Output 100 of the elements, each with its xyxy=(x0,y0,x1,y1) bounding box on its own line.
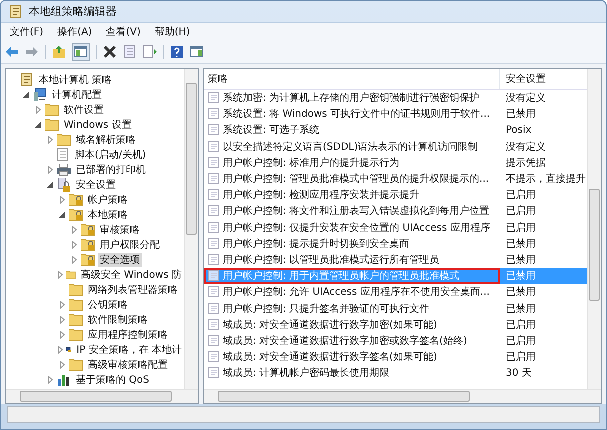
policy-row[interactable]: 系统设置: 将 Windows 可执行文件中的证书规则用于软件... 已禁用 xyxy=(204,106,587,122)
tree-item[interactable]: 用户权限分配 xyxy=(98,238,162,252)
policy-row[interactable]: 用户帐户控制: 以管理员批准模式运行所有管理员 已禁用 xyxy=(204,252,587,268)
expand-arrow-icon[interactable] xyxy=(72,226,76,234)
menu-item[interactable]: 操作(A) xyxy=(52,24,98,40)
expand-arrow-icon[interactable] xyxy=(60,316,64,324)
expand-arrow-icon[interactable] xyxy=(60,330,64,338)
policy-row[interactable]: 用户帐户控制: 只提升签名并验证的可执行文件 已禁用 xyxy=(204,300,587,317)
help-icon[interactable] xyxy=(170,45,184,59)
delete-icon[interactable] xyxy=(103,45,117,59)
policy-row[interactable]: 系统设置: 可选子系统 Posix xyxy=(204,122,587,139)
policy-name: 系统设置: 可选子系统 xyxy=(223,124,320,138)
setting-value: 已禁用 xyxy=(505,302,537,317)
menu-item[interactable]: 帮助(H) xyxy=(150,24,196,40)
policy-row[interactable]: 域成员: 对安全通道数据进行数字加密(如果可能) 已启用 xyxy=(204,316,587,333)
policy-row[interactable]: 用户帐户控制: 仅提升安装在安全位置的 UIAccess 应用程序 已启用 xyxy=(204,220,587,236)
folder-icon xyxy=(69,194,83,206)
tree-item[interactable]: 网络列表管理器策略 xyxy=(86,282,180,296)
tree-item[interactable]: 本地策略 xyxy=(86,208,130,222)
tree-item[interactable]: 脚本(启动/关机) xyxy=(73,148,148,162)
tree-item[interactable]: 计算机配置 xyxy=(50,88,104,102)
horizontal-scrollbar[interactable] xyxy=(6,389,198,403)
expand-arrow-icon[interactable] xyxy=(36,106,40,114)
tree-item[interactable]: 本地计算机 策略 xyxy=(37,72,114,86)
tree-item[interactable]: 公钥策略 xyxy=(86,298,130,312)
horizontal-scrollbar[interactable] xyxy=(204,389,601,403)
tree-item[interactable]: 应用程序控制策略 xyxy=(86,328,170,342)
policy-row[interactable]: 域成员: 对安全通道数据进行数字签名(如果可能) 已启用 xyxy=(204,349,587,366)
tree-item[interactable]: IP 安全策略，在 本地计 xyxy=(74,342,184,356)
tree-item[interactable]: 域名解析策略 xyxy=(74,132,138,146)
tree-item[interactable]: 审核策略 xyxy=(98,222,142,236)
folder-up-icon[interactable] xyxy=(52,45,66,59)
menu-item[interactable]: 查看(V) xyxy=(101,24,146,40)
policy-icon xyxy=(208,205,220,218)
tree-item[interactable]: 安全选项 xyxy=(98,252,142,266)
document-icon xyxy=(9,4,23,18)
policy-row[interactable]: 系统加密: 为计算机上存储的用户密钥强制进行强密钥保护 没有定义 xyxy=(204,90,587,106)
tree-item[interactable]: 安全设置 xyxy=(74,178,118,192)
expand-arrow-icon[interactable] xyxy=(58,270,64,278)
policy-icon xyxy=(208,173,220,186)
vertical-scrollbar[interactable] xyxy=(184,69,198,389)
policy-name: 用户帐户控制: 将文件和注册表写入错误虚拟化到每用户位置 xyxy=(223,204,490,218)
tree-item[interactable]: 高级审核策略配置 xyxy=(86,358,170,372)
tree-item[interactable]: Windows 设置 xyxy=(62,118,134,132)
back-arrow-icon[interactable] xyxy=(5,45,19,59)
folder-icon xyxy=(45,118,59,130)
tree-item[interactable]: 高级安全 Windows 防 xyxy=(79,268,184,282)
expand-arrow-icon[interactable] xyxy=(48,166,52,174)
policy-row[interactable]: 用户帐户控制: 检测应用程序安装并提示提升 已启用 xyxy=(204,187,587,204)
vertical-scrollbar[interactable] xyxy=(587,69,601,389)
collapse-arrow-icon[interactable] xyxy=(59,212,65,218)
expand-arrow-icon[interactable] xyxy=(72,240,76,248)
column-header[interactable]: 策略 xyxy=(204,69,500,89)
expand-arrow-icon[interactable] xyxy=(72,256,76,264)
export-list-icon[interactable] xyxy=(143,45,157,59)
menu-item[interactable]: 文件(F) xyxy=(5,24,49,40)
policy-name: 系统设置: 将 Windows 可执行文件中的证书规则用于软件... xyxy=(223,108,490,122)
policy-icon xyxy=(208,156,220,169)
action-pane-icon[interactable] xyxy=(190,45,204,59)
setting-value: 30 天 xyxy=(505,367,533,382)
policy-row[interactable]: 域成员: 计算机帐户密码最长使用期限 30 天 xyxy=(204,365,587,382)
tree-item[interactable]: 软件限制策略 xyxy=(86,312,150,326)
policy-icon xyxy=(208,270,220,282)
policy-name: 域成员: 计算机帐户密码最长使用期限 xyxy=(223,366,390,380)
column-header[interactable]: 安全设置 xyxy=(500,69,587,89)
policy-row[interactable]: 域成员: 对安全通道数据进行数字加密或数字签名(始终) 已启用 xyxy=(204,332,587,349)
policy-icon xyxy=(208,367,220,380)
setting-value: 已启用 xyxy=(505,204,537,220)
policy-name: 用户帐户控制: 管理员批准模式中管理员的提升权限提示的... xyxy=(223,172,490,186)
setting-value: 已禁用 xyxy=(505,254,537,268)
properties-icon[interactable] xyxy=(123,45,137,59)
policy-row[interactable]: 以安全描述符定义语言(SDDL)语法表示的计算机访问限制 没有定义 xyxy=(204,138,587,155)
setting-value: 已启用 xyxy=(505,350,537,366)
expand-arrow-icon[interactable] xyxy=(60,300,64,308)
computer-icon xyxy=(33,88,47,102)
expand-arrow-icon[interactable] xyxy=(48,376,52,384)
policy-icon xyxy=(208,189,220,202)
tree-item[interactable]: 帐户策略 xyxy=(86,192,130,206)
tree-item[interactable]: 软件设置 xyxy=(62,102,106,116)
bar-chart-icon xyxy=(57,373,71,386)
forward-arrow-icon[interactable] xyxy=(25,45,39,59)
collapse-arrow-icon[interactable] xyxy=(47,182,53,188)
expand-arrow-icon[interactable] xyxy=(60,360,64,368)
folder-icon xyxy=(45,104,59,116)
expand-arrow-icon[interactable] xyxy=(60,196,64,204)
tree-item[interactable]: 基于策略的 QoS xyxy=(74,372,152,386)
policy-icon xyxy=(208,140,220,153)
policy-row[interactable]: 用户帐户控制: 标准用户的提升提示行为 提示凭据 xyxy=(204,154,587,171)
policy-row[interactable]: 用户帐户控制: 允许 UIAccess 应用程序在不使用安全桌面... 已禁用 xyxy=(204,284,587,300)
collapse-arrow-icon[interactable] xyxy=(23,92,29,98)
show-tree-icon[interactable] xyxy=(72,43,90,61)
collapse-arrow-icon[interactable] xyxy=(35,122,41,128)
policy-row[interactable]: 用户帐户控制: 提示提升时切换到安全桌面 已禁用 xyxy=(204,236,587,252)
setting-value: 不提示，直接提升 xyxy=(505,172,587,188)
policy-row[interactable]: 用户帐户控制: 管理员批准模式中管理员的提升权限提示的... 不提示，直接提升 xyxy=(204,170,587,188)
policy-icon xyxy=(208,108,220,120)
policy-row[interactable]: 用户帐户控制: 将文件和注册表写入错误虚拟化到每用户位置 已启用 xyxy=(204,203,587,220)
expand-arrow-icon[interactable] xyxy=(48,136,52,144)
tree-item[interactable]: 已部署的打印机 xyxy=(74,162,148,176)
expand-arrow-icon[interactable] xyxy=(58,346,63,354)
